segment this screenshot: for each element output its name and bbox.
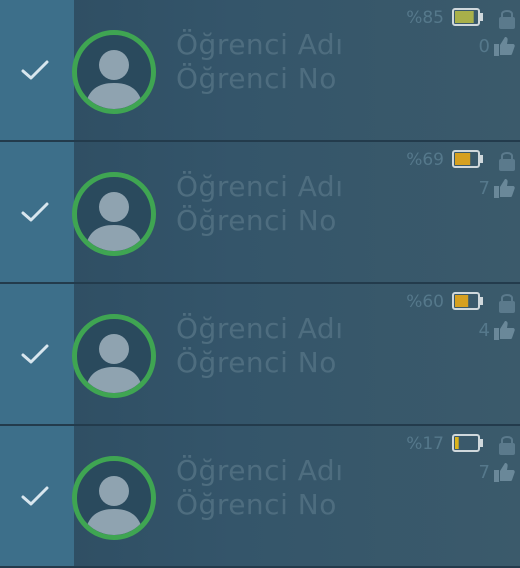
user-avatar-icon: [72, 456, 156, 540]
like-count: 4: [478, 320, 490, 341]
student-name: Öğrenci Adı: [176, 28, 344, 61]
student-list: Öğrenci Adı Öğrenci No %85 0 Öğrenci Adı…: [0, 0, 520, 568]
student-row[interactable]: Öğrenci Adı Öğrenci No %17 7: [0, 426, 520, 568]
battery-percentage: %85: [406, 8, 444, 28]
thumbs-up-icon[interactable]: [492, 460, 516, 484]
check-icon: [21, 486, 49, 506]
student-number: Öğrenci No: [176, 488, 337, 521]
student-number: Öğrenci No: [176, 204, 337, 237]
student-name: Öğrenci Adı: [176, 454, 344, 487]
student-number: Öğrenci No: [176, 346, 337, 379]
selection-strip[interactable]: [0, 284, 74, 424]
student-number: Öğrenci No: [176, 62, 337, 95]
lock-icon: [499, 10, 515, 29]
check-icon: [21, 202, 49, 222]
student-row[interactable]: Öğrenci Adı Öğrenci No %69 7: [0, 142, 520, 284]
battery-icon: [452, 292, 483, 310]
student-row[interactable]: Öğrenci Adı Öğrenci No %85 0: [0, 0, 520, 142]
thumbs-up-icon[interactable]: [492, 34, 516, 58]
battery-percentage: %69: [406, 150, 444, 170]
user-avatar-icon: [72, 30, 156, 114]
user-avatar-icon: [72, 172, 156, 256]
selection-strip[interactable]: [0, 426, 74, 566]
user-avatar-icon: [72, 314, 156, 398]
selection-strip[interactable]: [0, 0, 74, 140]
battery-icon: [452, 8, 483, 26]
thumbs-up-icon[interactable]: [492, 318, 516, 342]
battery-percentage: %17: [406, 434, 444, 454]
student-name: Öğrenci Adı: [176, 312, 344, 345]
like-count: 7: [478, 178, 490, 199]
check-icon: [21, 344, 49, 364]
student-name: Öğrenci Adı: [176, 170, 344, 203]
battery-icon: [452, 434, 483, 452]
check-icon: [21, 60, 49, 80]
student-row[interactable]: Öğrenci Adı Öğrenci No %60 4: [0, 284, 520, 426]
lock-icon: [499, 294, 515, 313]
like-count: 7: [478, 462, 490, 483]
lock-icon: [499, 436, 515, 455]
battery-percentage: %60: [406, 292, 444, 312]
selection-strip[interactable]: [0, 142, 74, 282]
lock-icon: [499, 152, 515, 171]
thumbs-up-icon[interactable]: [492, 176, 516, 200]
like-count: 0: [478, 36, 490, 57]
battery-icon: [452, 150, 483, 168]
